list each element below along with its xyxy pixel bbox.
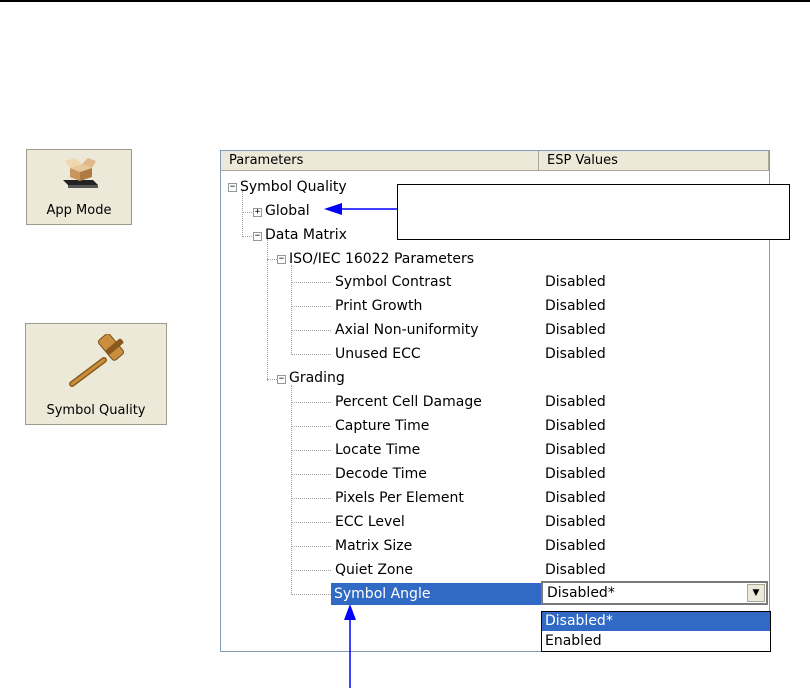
annotation-arrows	[324, 203, 397, 688]
arrow-head-symbol-angle	[344, 604, 356, 620]
arrow-head-global	[324, 203, 342, 215]
